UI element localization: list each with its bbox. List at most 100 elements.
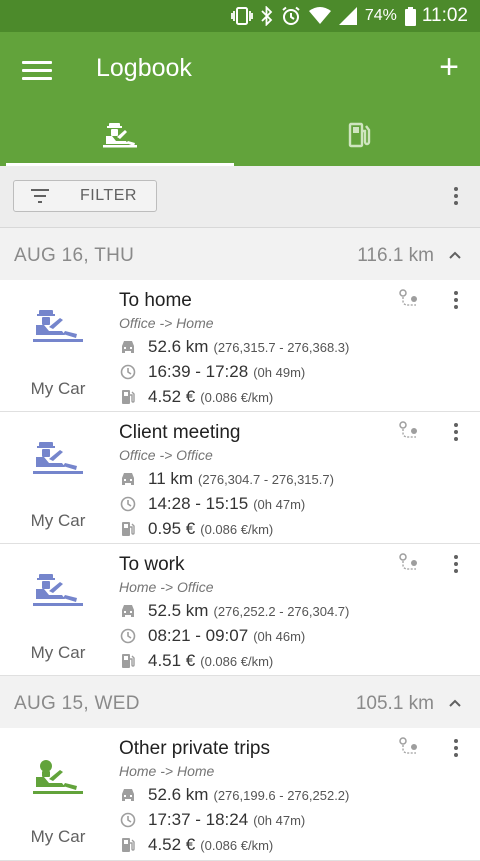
car-label: My Car [30,827,86,846]
map-route-icon[interactable] [398,736,420,756]
trip-cost: 4.52 € [148,835,196,854]
map-route-icon[interactable] [398,552,420,572]
trip-time: 14:28 - 15:15 [148,494,249,513]
trip-duration: (0h 47m) [253,496,306,512]
app-bar: Logbook + [0,32,480,166]
filter-bar: FILTER [0,166,480,228]
business-driver-icon [33,310,83,342]
trip-list: AUG 16, THU 116.1 km My Car To home Offi… [0,228,480,861]
clock: 11:02 [421,5,468,26]
distance-row: 52.6 km (276,315.7 - 276,368.3) [119,336,349,358]
day-header[interactable]: AUG 16, THU 116.1 km [0,228,480,280]
trip-name: To home [119,290,192,311]
chevron-up-icon[interactable] [448,248,462,262]
trip-route: Office -> Home [119,315,214,331]
day-total-distance: 105.1 km [355,693,434,714]
menu-button[interactable] [22,58,52,84]
overflow-menu-button[interactable] [446,184,466,208]
cost-row: 4.51 € (0.086 €/km) [119,650,273,672]
distance-row: 52.6 km (276,199.6 - 276,252.2) [119,784,349,806]
trip-menu-button[interactable] [446,552,466,576]
trip-cost: 4.51 € [148,651,196,670]
car-icon [119,338,137,356]
filter-icon [31,189,49,203]
trip-distance: 52.5 km [148,601,209,620]
trip-name: Client meeting [119,422,241,443]
trip-item[interactable]: My Car To work Home -> Office 52.5 km (2… [0,544,480,676]
driver-icon [103,123,137,148]
trip-route: Home -> Office [119,579,214,595]
add-trip-button[interactable]: + [434,50,464,84]
car-icon [119,786,137,804]
status-bar: 74% 11:02 [0,0,480,32]
car-icon [119,470,137,488]
tab-trips[interactable] [0,104,240,166]
clock-icon [119,627,137,645]
car-icon [119,602,137,620]
trip-item[interactable]: My Car To home Office -> Home 52.6 km (2… [0,280,480,412]
trip-route: Office -> Office [119,447,213,463]
chevron-up-icon[interactable] [448,696,462,710]
trip-route: Home -> Home [119,763,215,779]
map-route-icon[interactable] [398,420,420,440]
trip-cost: 4.52 € [148,387,196,406]
clock-icon [119,495,137,513]
trip-odometer: (276,252.2 - 276,304.7) [213,603,350,619]
vibrate-icon [230,7,253,25]
trip-rate: (0.086 €/km) [200,521,274,537]
trip-duration: (0h 49m) [253,364,306,380]
filter-button[interactable]: FILTER [13,180,157,212]
trip-item[interactable]: My Car Client meeting Office -> Office 1… [0,412,480,544]
time-row: 08:21 - 09:07 (0h 46m) [119,625,305,647]
private-driver-icon [33,760,83,794]
trip-menu-button[interactable] [446,736,466,760]
map-route-icon[interactable] [398,288,420,308]
trip-menu-button[interactable] [446,420,466,444]
trip-distance: 11 km [148,469,194,488]
trip-rate: (0.086 €/km) [200,389,274,405]
trip-odometer: (276,315.7 - 276,368.3) [213,339,350,355]
battery-icon [404,6,416,26]
trip-rate: (0.086 €/km) [200,837,274,853]
fuel-icon [119,836,137,854]
clock-icon [119,363,137,381]
trip-cost: 0.95 € [148,519,196,538]
trip-duration: (0h 47m) [253,812,306,828]
trip-menu-button[interactable] [446,288,466,312]
filter-label: FILTER [80,187,137,204]
car-label: My Car [30,643,86,662]
day-total-distance: 116.1 km [357,245,434,266]
day-date: AUG 16, THU [14,245,135,266]
fuel-pump-icon [348,122,371,148]
fuel-icon [119,652,137,670]
distance-row: 52.5 km (276,252.2 - 276,304.7) [119,600,349,622]
time-row: 17:37 - 18:24 (0h 47m) [119,809,305,831]
trip-distance: 52.6 km [148,785,209,804]
page-title: Logbook [96,54,192,82]
day-date: AUG 15, WED [14,693,140,714]
cost-row: 0.95 € (0.086 €/km) [119,518,273,540]
business-driver-icon [33,442,83,474]
trip-odometer: (276,304.7 - 276,315.7) [198,471,334,487]
trip-item[interactable]: My Car Other private trips Home -> Home … [0,728,480,861]
time-row: 16:39 - 17:28 (0h 49m) [119,361,305,383]
day-header[interactable]: AUG 15, WED 105.1 km [0,676,480,728]
time-row: 14:28 - 15:15 (0h 47m) [119,493,305,515]
trip-rate: (0.086 €/km) [200,653,274,669]
trip-time: 08:21 - 09:07 [148,626,249,645]
trip-distance: 52.6 km [148,337,209,356]
car-label: My Car [30,511,86,530]
wifi-icon [308,7,331,25]
trip-time: 16:39 - 17:28 [148,362,249,381]
clock-icon [119,811,137,829]
trip-name: To work [119,554,185,575]
cost-row: 4.52 € (0.086 €/km) [119,386,273,408]
signal-icon [338,7,357,25]
tab-fuel[interactable] [240,104,480,166]
battery-percent: 74% [364,7,397,24]
fuel-icon [119,388,137,406]
alarm-icon [281,6,301,26]
trip-name: Other private trips [119,738,270,759]
business-driver-icon [33,574,83,606]
trip-duration: (0h 46m) [253,628,306,644]
